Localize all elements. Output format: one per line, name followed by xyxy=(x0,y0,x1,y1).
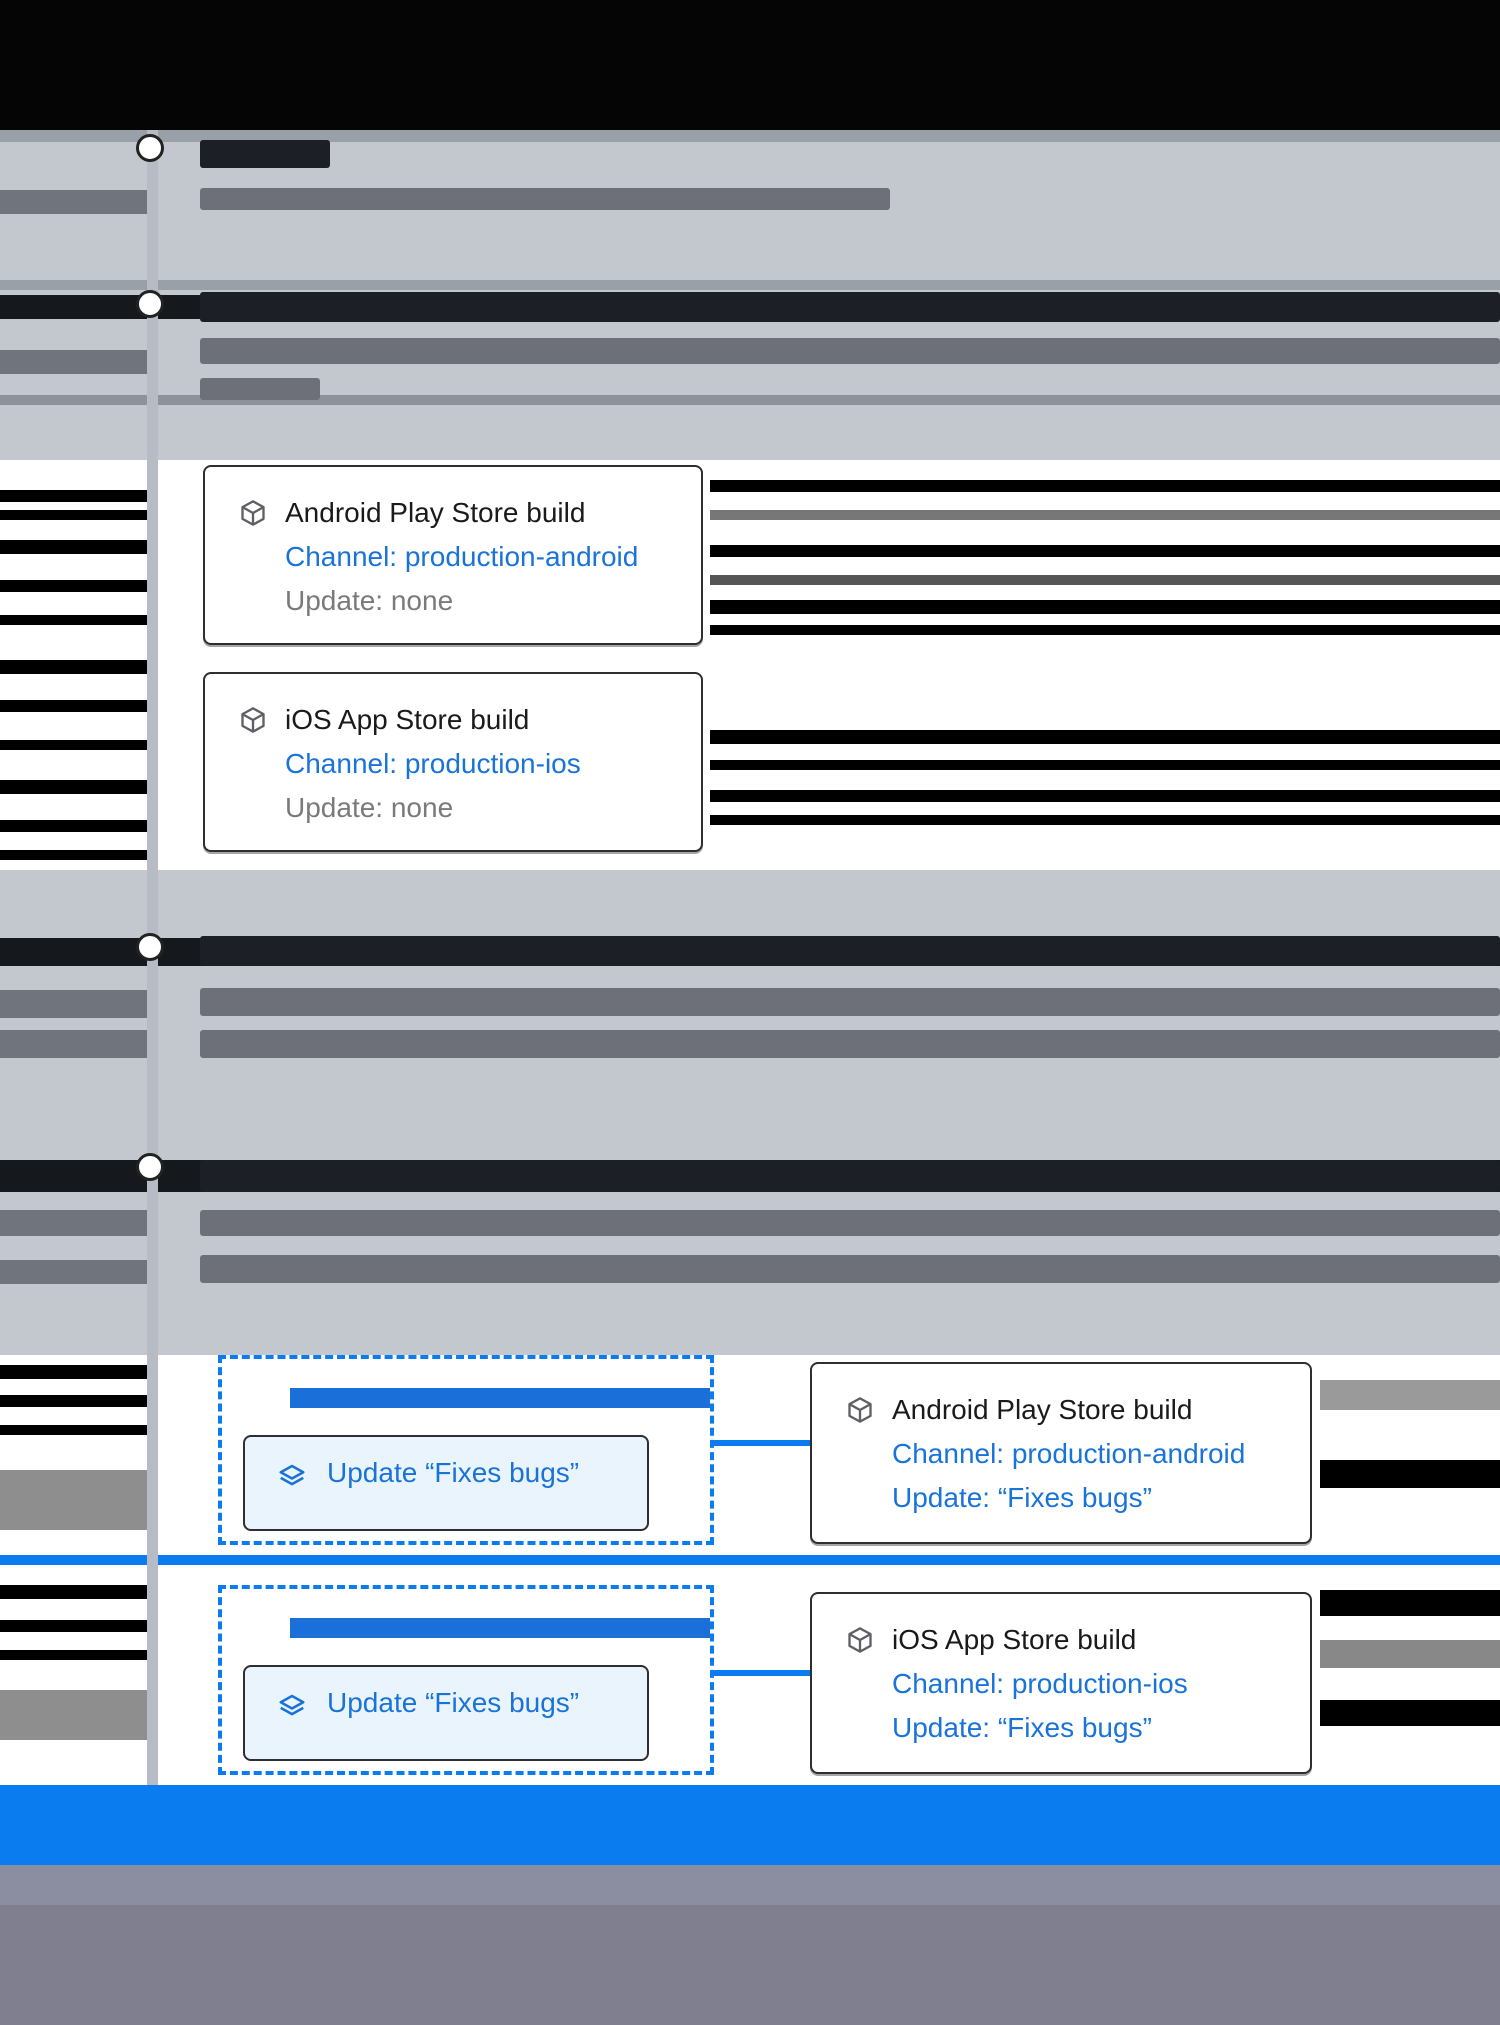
stripe xyxy=(0,1650,150,1660)
blurred-zone-label xyxy=(290,1388,710,1408)
blurred-text xyxy=(200,188,890,210)
stripe xyxy=(0,1260,150,1284)
stripe xyxy=(0,190,150,214)
stripe xyxy=(0,490,150,502)
update-label: Update “Fixes bugs” xyxy=(327,1457,580,1488)
stripe xyxy=(710,625,1500,635)
blurred-text xyxy=(200,338,1500,364)
blurred-text xyxy=(200,1255,1500,1283)
stripe xyxy=(0,280,1500,290)
build-title: Android Play Store build xyxy=(892,1394,1193,1425)
build-card-ios: iOS App Store build Channel: production-… xyxy=(203,672,703,852)
stripe xyxy=(710,545,1500,557)
stripe xyxy=(0,1030,150,1058)
stripe xyxy=(0,820,150,832)
layers-icon xyxy=(279,1694,305,1716)
stripe xyxy=(710,575,1500,585)
stripe xyxy=(0,990,150,1018)
stripe xyxy=(0,1555,1500,1565)
blurred-text xyxy=(200,378,320,400)
top-band xyxy=(0,0,1500,130)
cube-icon xyxy=(241,500,265,526)
update-pill-2[interactable]: Update “Fixes bugs” xyxy=(243,1665,649,1761)
stripe xyxy=(710,790,1500,802)
build-update: Update: none xyxy=(285,585,454,616)
stripe xyxy=(1320,1640,1500,1668)
blurred-text xyxy=(200,988,1500,1016)
stripe xyxy=(0,1365,150,1379)
stripe xyxy=(0,700,150,712)
diagram-canvas: Android Play Store build Channel: produc… xyxy=(0,0,1500,2025)
stripe xyxy=(0,660,150,674)
build-channel: Channel: production-ios xyxy=(285,748,581,779)
stripe xyxy=(0,780,150,794)
update-link-1 xyxy=(714,1440,810,1446)
blurred-text xyxy=(200,1210,1500,1236)
update-link-2 xyxy=(714,1670,810,1676)
update-label: Update “Fixes bugs” xyxy=(327,1687,580,1718)
blurred-heading xyxy=(200,140,330,168)
cube-icon xyxy=(848,1627,872,1653)
build-update: Update: “Fixes bugs” xyxy=(892,1712,1152,1743)
blurred-zone-label xyxy=(290,1618,710,1638)
stripe xyxy=(1320,1380,1500,1410)
stripe xyxy=(0,580,150,592)
build-card-ios-updated: iOS App Store build Channel: production-… xyxy=(810,1592,1312,1774)
stripe xyxy=(0,1470,150,1530)
build-card-android: Android Play Store build Channel: produc… xyxy=(203,465,703,645)
layers-icon xyxy=(279,1464,305,1486)
stripe xyxy=(710,600,1500,614)
cube-icon xyxy=(848,1397,872,1423)
build-update: Update: “Fixes bugs” xyxy=(892,1482,1152,1513)
stripe xyxy=(0,1620,150,1632)
stripe xyxy=(0,1585,150,1599)
update-pill-1[interactable]: Update “Fixes bugs” xyxy=(243,1435,649,1531)
build-channel: Channel: production-android xyxy=(892,1438,1246,1469)
stripe xyxy=(1320,1590,1500,1616)
blurred-heading xyxy=(200,1160,1500,1192)
stripe xyxy=(0,615,150,625)
timeline-dot-1 xyxy=(136,134,164,162)
stripe xyxy=(0,510,150,520)
stripe xyxy=(710,480,1500,492)
build-card-android-updated: Android Play Store build Channel: produc… xyxy=(810,1362,1312,1544)
build-channel: Channel: production-android xyxy=(285,541,639,572)
stripe xyxy=(0,1690,150,1740)
bottom-blue-band xyxy=(0,1785,1500,1865)
stripe xyxy=(710,815,1500,825)
build-title: iOS App Store build xyxy=(285,704,530,735)
timeline-dot-2 xyxy=(136,290,164,318)
build-title: iOS App Store build xyxy=(892,1624,1137,1655)
build-update: Update: none xyxy=(285,792,454,823)
stripe xyxy=(0,740,150,750)
build-channel: Channel: production-ios xyxy=(892,1668,1188,1699)
stripe xyxy=(710,760,1500,770)
cube-icon xyxy=(241,707,265,733)
blurred-heading xyxy=(200,292,1500,322)
blurred-text xyxy=(200,1030,1500,1058)
stripe xyxy=(0,850,150,860)
build-title: Android Play Store build xyxy=(285,497,586,528)
stripe xyxy=(0,540,150,554)
bottom-band-thin xyxy=(0,1865,1500,1905)
stripe xyxy=(1320,1700,1500,1726)
stripe xyxy=(1320,1460,1500,1488)
stripe xyxy=(0,1425,150,1435)
stripe xyxy=(0,350,150,374)
stripe xyxy=(0,1210,150,1236)
stripe xyxy=(710,730,1500,744)
stripe xyxy=(710,510,1500,520)
stripe xyxy=(0,1395,150,1407)
timeline-dot-4 xyxy=(136,1153,164,1181)
timeline-dot-3 xyxy=(136,933,164,961)
blurred-heading xyxy=(200,936,1500,966)
